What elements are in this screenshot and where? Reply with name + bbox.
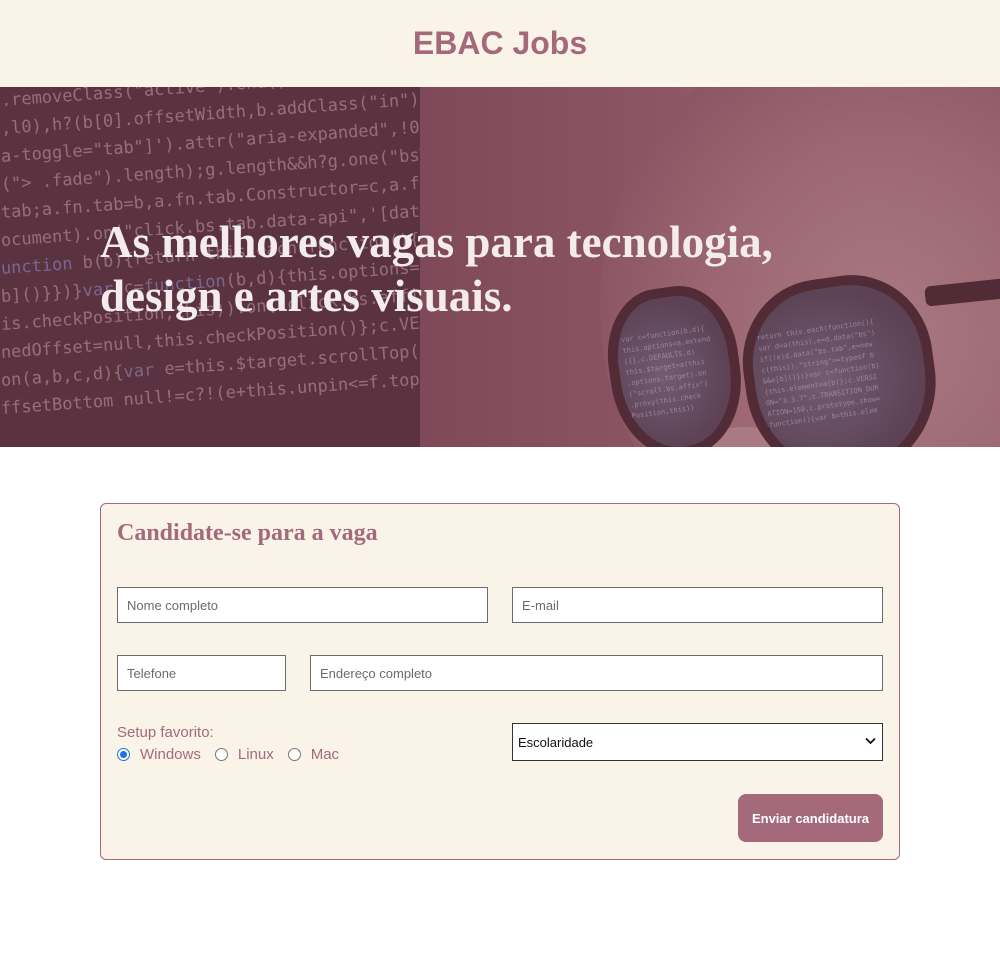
radio-label-linux: Linux <box>237 745 274 763</box>
radio-button[interactable] <box>214 747 228 761</box>
brand-logo[interactable]: EBAC Jobs <box>413 25 587 62</box>
application-form: Candidate-se para a vaga Setup favorito:… <box>100 503 900 860</box>
radio-mac[interactable]: Mac <box>287 745 340 763</box>
radio-windows[interactable]: Windows <box>117 746 201 763</box>
submit-application-button[interactable]: Enviar candidatura <box>738 794 883 842</box>
address-input[interactable] <box>310 655 883 691</box>
site-header: EBAC Jobs <box>0 0 1000 87</box>
radio-button-selected[interactable] <box>117 747 130 761</box>
radio-label-windows: Windows <box>140 745 201 763</box>
radio-linux[interactable]: Linux <box>214 745 274 763</box>
hero-banner: .removeClass("active").end().find('[data… <box>0 87 1000 447</box>
email-input[interactable] <box>512 587 883 623</box>
hero-headline: As melhores vagas para tecnologia, desig… <box>100 217 773 321</box>
chevron-down-icon <box>865 736 876 748</box>
radio-button[interactable] <box>287 747 301 761</box>
setup-label: Setup favorito: <box>117 724 214 741</box>
full-name-input[interactable] <box>117 587 488 623</box>
setup-preference-group: Setup favorito: Windows Linux Mac <box>117 724 353 764</box>
phone-input[interactable] <box>117 655 286 691</box>
form-title: Candidate-se para a vaga <box>117 520 378 546</box>
education-select[interactable]: Escolaridade <box>512 723 883 761</box>
education-select-value: Escolaridade <box>518 734 594 750</box>
radio-label-mac: Mac <box>310 745 340 763</box>
